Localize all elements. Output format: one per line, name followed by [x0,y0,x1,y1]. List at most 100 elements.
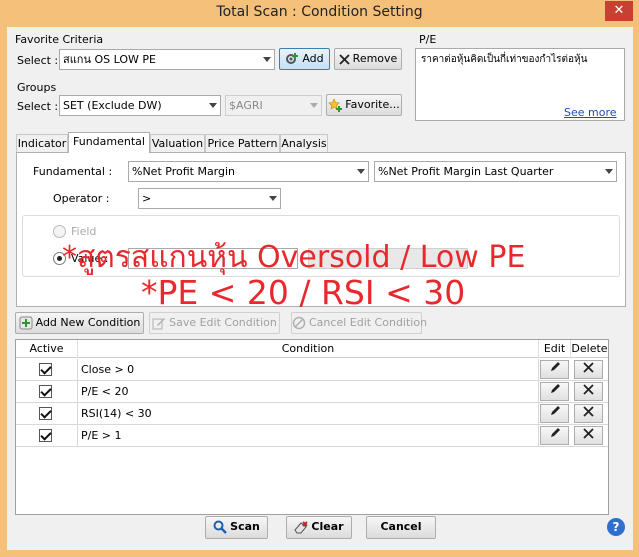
condition-cell: RSI(14) < 30 [78,403,539,425]
magnifier-icon [213,520,227,534]
header-condition: Condition [78,340,539,358]
active-cell [16,403,78,425]
remove-favorite-label: Remove [352,52,398,65]
gear-plus-icon [286,53,299,64]
fundamental-field-value: %Net Profit Margin [132,165,236,178]
scan-button[interactable]: Scan [205,516,268,539]
title-bar: Total Scan : Condition Setting ✕ [0,0,639,27]
fundamental-label: Fundamental : [33,165,113,178]
fundamental-compare-value: %Net Profit Margin Last Quarter [378,165,554,178]
cancel-edit-condition-button: Cancel Edit Condition [291,312,427,334]
close-button[interactable]: ✕ [605,1,633,21]
add-favorite-label: Add [302,52,324,65]
edit-icon [152,318,166,330]
delete-condition-button[interactable] [574,382,603,401]
eraser-icon [294,521,309,534]
condition-cell: P/E < 20 [78,381,539,403]
tab-fundamental[interactable]: Fundamental [68,132,150,153]
save-edit-condition-label: Save Edit Condition [169,316,277,329]
groups-value: SET (Exclude DW) [63,99,162,112]
active-checkbox[interactable] [39,385,52,398]
chevron-down-icon [605,169,613,174]
help-icon[interactable]: ? [607,518,625,536]
active-checkbox[interactable] [39,407,52,420]
scan-label: Scan [230,520,260,533]
table-row[interactable]: P/E > 1 [16,425,608,447]
tab-price-pattern[interactable]: Price Pattern [205,134,280,152]
favorite-criteria-select[interactable]: สแกน OS LOW PE [59,49,275,70]
favorite-groups-button[interactable]: Favorite... [326,94,402,116]
fundamental-panel: Fundamental : %Net Profit Margin %Net Pr… [16,152,626,312]
groups-select[interactable]: SET (Exclude DW) [59,95,221,116]
close-icon: ✕ [613,3,625,18]
pencil-icon [550,384,560,393]
groups-select-label: Select : [17,100,59,113]
active-checkbox[interactable] [39,363,52,376]
x-icon [339,53,350,65]
pe-description: ราคาต่อหุ้นคิดเป็นกี่เท่าของกำไรต่อหุ้น [421,54,588,65]
add-new-condition-label: Add New Condition [35,316,141,329]
delete-condition-button[interactable] [574,404,603,423]
table-row[interactable]: Close > 0 [16,359,608,381]
active-cell [16,359,78,381]
sector-select: $AGRI [225,95,322,116]
dialog-body: Favorite Criteria Select : สแกน OS LOW P… [7,27,633,550]
add-favorite-button[interactable]: Add [279,48,330,70]
tab-analysis[interactable]: Analysis [280,134,328,152]
fundamental-compare-select[interactable]: %Net Profit Margin Last Quarter [374,161,617,182]
table-row[interactable]: P/E < 20 [16,381,608,403]
delete-icon [583,428,594,439]
edit-condition-button[interactable] [540,404,569,423]
condition-cell: Close > 0 [78,359,539,381]
conditions-grid: Active Condition Edit Delete Close > 0 P… [15,339,609,515]
chevron-down-icon [263,57,271,62]
edit-condition-button[interactable] [540,360,569,379]
delete-icon [583,384,594,395]
clear-button[interactable]: Clear [286,516,352,539]
active-checkbox[interactable] [39,429,52,442]
sector-value: $AGRI [229,99,263,112]
table-row[interactable]: RSI(14) < 30 [16,403,608,425]
plus-icon [19,316,33,330]
fundamental-field-select[interactable]: %Net Profit Margin [128,161,369,182]
pe-panel-title: P/E [419,33,437,46]
cancel-button[interactable]: Cancel [366,516,436,539]
edit-condition-button[interactable] [540,426,569,445]
delete-condition-button[interactable] [574,426,603,445]
favorite-criteria-value: สแกน OS LOW PE [63,53,156,66]
delete-icon [583,406,594,417]
delete-condition-button[interactable] [574,360,603,379]
active-cell [16,425,78,447]
active-cell [16,381,78,403]
operator-label: Operator : [53,192,110,205]
chevron-down-icon [269,196,277,201]
pencil-icon [550,428,560,437]
star-icon [328,98,343,112]
grid-header: Active Condition Edit Delete [16,340,608,358]
favorite-select-label: Select : [17,54,59,67]
condition-setting-window: Total Scan : Condition Setting ✕ Favorit… [0,0,639,557]
tab-valuation[interactable]: Valuation [150,134,205,152]
window-title: Total Scan : Condition Setting [216,4,423,20]
criteria-tabs: Indicator Fundamental Valuation Price Pa… [16,132,626,154]
cancel-circle-icon [292,316,306,330]
remove-favorite-button[interactable]: Remove [334,48,402,70]
favorite-groups-label: Favorite... [345,98,400,111]
chevron-down-icon [357,169,365,174]
save-edit-condition-button: Save Edit Condition [149,312,280,334]
see-more-link[interactable]: See more [564,106,617,119]
add-new-condition-button[interactable]: Add New Condition [15,312,144,334]
favorite-criteria-heading: Favorite Criteria [15,33,104,46]
header-delete: Delete [571,342,608,355]
cancel-edit-condition-label: Cancel Edit Condition [309,316,428,329]
operator-select[interactable]: > [138,188,281,209]
operator-value: > [142,192,152,205]
pencil-icon [550,406,560,415]
clear-label: Clear [311,520,344,533]
chevron-down-icon [310,103,318,108]
tab-indicator[interactable]: Indicator [16,134,68,152]
condition-cell: P/E > 1 [78,425,539,447]
chevron-down-icon [209,103,217,108]
edit-condition-button[interactable] [540,382,569,401]
header-edit: Edit [539,340,571,358]
